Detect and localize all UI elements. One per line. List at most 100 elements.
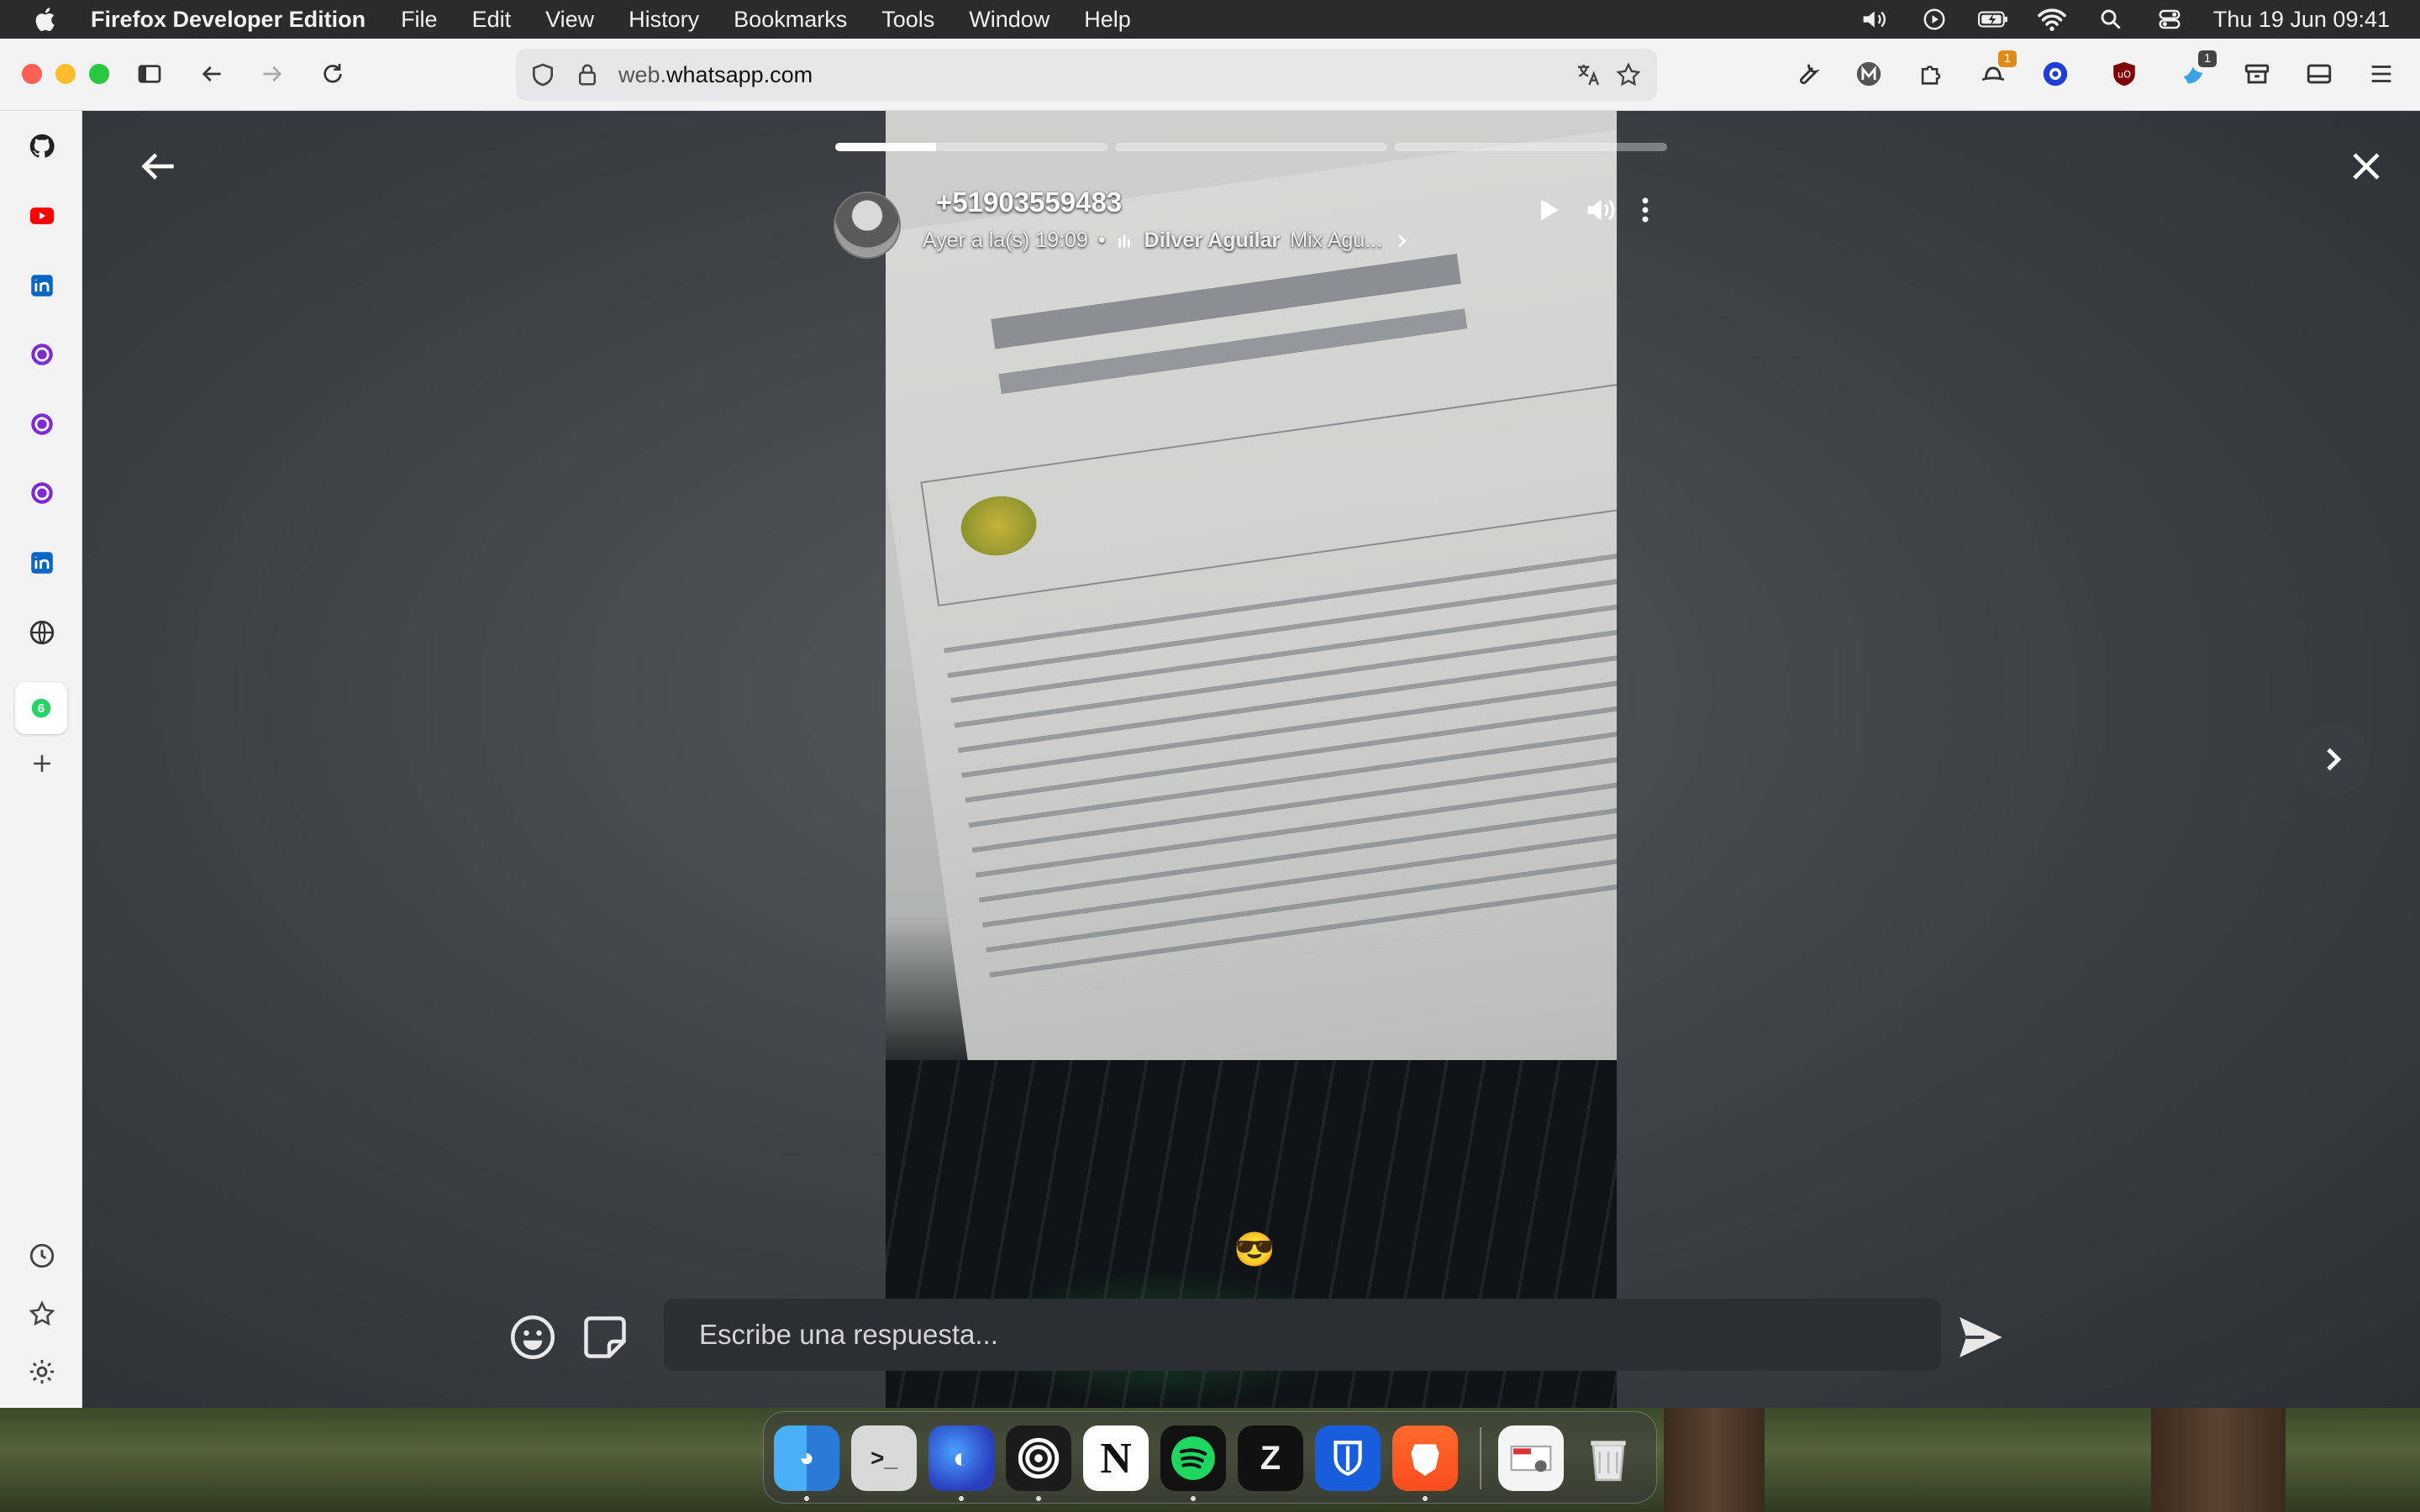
emoji-button[interactable]	[508, 1312, 558, 1362]
send-button[interactable]	[1953, 1310, 2007, 1364]
music-artist[interactable]: Mix Agu...	[1290, 228, 1382, 253]
play-circle-icon[interactable]	[1919, 7, 1949, 32]
dock-preview-document[interactable]	[1498, 1425, 1564, 1491]
back-arrow-button[interactable]	[134, 143, 182, 190]
bitwarden-shield-icon	[1334, 1441, 1362, 1476]
menu-bookmarks[interactable]: Bookmarks	[734, 7, 847, 33]
dock-notion[interactable]: N	[1083, 1425, 1149, 1491]
next-status-button[interactable]	[2296, 722, 2370, 796]
brave-lion-icon	[1411, 1444, 1439, 1476]
extension-m-button[interactable]	[1852, 57, 1886, 91]
music-title[interactable]: Dilver Aguilar	[1144, 228, 1281, 253]
sidebar-bookmarks-button[interactable]	[24, 1296, 60, 1331]
dock-firefox[interactable]: ◐	[929, 1425, 994, 1491]
volume-icon[interactable]	[1860, 7, 1891, 32]
sidebar-item-whatsapp[interactable]: 6	[15, 682, 67, 734]
battery-icon[interactable]	[1977, 7, 2008, 32]
translate-icon[interactable]	[1575, 61, 1602, 88]
menu-view[interactable]: View	[545, 7, 594, 33]
github-icon	[29, 134, 55, 158]
running-indicator	[1191, 1496, 1196, 1501]
window-minimize-button[interactable]	[55, 64, 76, 84]
meta-separator-dot: •	[1097, 228, 1106, 252]
contact-avatar[interactable]	[834, 192, 901, 259]
arrow-right-icon	[263, 66, 282, 81]
podcast-icon	[1018, 1437, 1060, 1479]
reload-button[interactable]	[316, 57, 350, 91]
bookmark-star-icon[interactable]	[1615, 61, 1642, 88]
arrow-left-icon	[202, 66, 221, 81]
menubar-clock[interactable]: Thu 19 Jun 09:41	[2213, 7, 2390, 33]
menu-help[interactable]: Help	[1084, 7, 1131, 33]
dock-terminal[interactable]: >_	[851, 1425, 917, 1491]
back-button[interactable]	[195, 57, 229, 91]
url-domain: whatsapp.com	[666, 61, 813, 87]
sidebar-settings-button[interactable]	[24, 1354, 60, 1389]
window-close-button[interactable]	[22, 64, 42, 84]
extension-bird-button[interactable]: 1	[2176, 50, 2217, 91]
contact-name[interactable]: +51903559483	[936, 186, 1122, 218]
sidebar-item-linkedin[interactable]	[24, 268, 60, 303]
preview-icon	[1510, 1445, 1552, 1473]
sidebar-item-github[interactable]	[24, 129, 60, 164]
tor-icon	[31, 413, 53, 435]
sidebar-item-tor-2[interactable]	[24, 407, 60, 442]
extensions-button[interactable]	[1914, 57, 1948, 91]
sidebar-history-button[interactable]	[24, 1238, 60, 1273]
spotlight-search-icon[interactable]	[2096, 7, 2126, 32]
tracking-protection-shield-icon[interactable]	[529, 61, 556, 88]
globe-icon	[29, 620, 55, 645]
sidebar-item-linkedin-2[interactable]	[24, 545, 60, 580]
close-viewer-button[interactable]	[2343, 143, 2390, 190]
lock-icon[interactable]	[575, 62, 600, 87]
linkedin-icon	[31, 275, 53, 297]
app-menu-button[interactable]	[2365, 57, 2398, 91]
apple-icon[interactable]	[32, 5, 60, 34]
sticker-button[interactable]	[580, 1312, 630, 1362]
sidebar-item-tor-3[interactable]	[24, 475, 60, 511]
control-center-icon[interactable]	[2154, 7, 2185, 32]
dock-finder[interactable]: ◕	[774, 1425, 839, 1491]
menu-window[interactable]: Window	[969, 7, 1050, 33]
url-bar[interactable]: web. whatsapp.com	[516, 49, 1657, 101]
more-options-button[interactable]	[1625, 190, 1665, 230]
menu-edit[interactable]: Edit	[472, 7, 512, 33]
dock-spotify[interactable]	[1160, 1425, 1226, 1491]
play-icon	[1541, 199, 1559, 221]
bookmarks-icon	[29, 1300, 55, 1326]
reply-input[interactable]: Escribe una respuesta...	[664, 1299, 1941, 1371]
app-name[interactable]: Firefox Developer Edition	[91, 7, 366, 33]
devtools-wrench-button[interactable]	[1790, 57, 1823, 91]
dock-zed[interactable]: Z	[1238, 1425, 1303, 1491]
menu-tools[interactable]: Tools	[881, 7, 934, 33]
menu-history[interactable]: History	[629, 7, 699, 33]
zed-icon: Z	[1260, 1439, 1281, 1477]
dock-brave[interactable]	[1392, 1425, 1458, 1491]
sidebar-panel-icon	[2307, 64, 2332, 84]
dock-trash[interactable]	[1576, 1425, 1641, 1491]
sidebar-item-tor-1[interactable]	[24, 337, 60, 372]
sidebar-toggle-button[interactable]	[133, 57, 166, 91]
chevron-right-icon[interactable]	[1392, 232, 1411, 250]
extension-badge: 1	[2198, 50, 2217, 67]
archive-button[interactable]	[2240, 57, 2274, 91]
mute-button[interactable]	[1580, 190, 1620, 230]
forward-button[interactable]	[255, 57, 289, 91]
dock-bitwarden[interactable]	[1315, 1425, 1381, 1491]
sidebar-add-button[interactable]	[24, 746, 60, 781]
play-button[interactable]	[1528, 190, 1568, 230]
wifi-icon[interactable]	[2037, 7, 2067, 32]
menu-file[interactable]: File	[401, 7, 438, 33]
dock-podcast-app[interactable]	[1006, 1425, 1071, 1491]
extension-eye-button[interactable]	[2039, 57, 2072, 91]
ublock-origin-button[interactable]: uO	[2107, 57, 2141, 91]
firefox-icon: ◐	[952, 1441, 971, 1474]
url-host: web.	[618, 61, 667, 87]
sidebar-item-youtube[interactable]	[24, 198, 60, 234]
window-zoom-button[interactable]	[89, 64, 109, 84]
tor-icon	[31, 482, 53, 504]
tab-layout-button[interactable]	[2302, 57, 2336, 91]
status-viewer: +51903559483 Ayer a la(s) 19:09 • Dilver…	[82, 111, 2420, 1408]
extension-hat-button[interactable]: 1	[1976, 50, 2017, 91]
sidebar-item-web[interactable]	[24, 615, 60, 650]
